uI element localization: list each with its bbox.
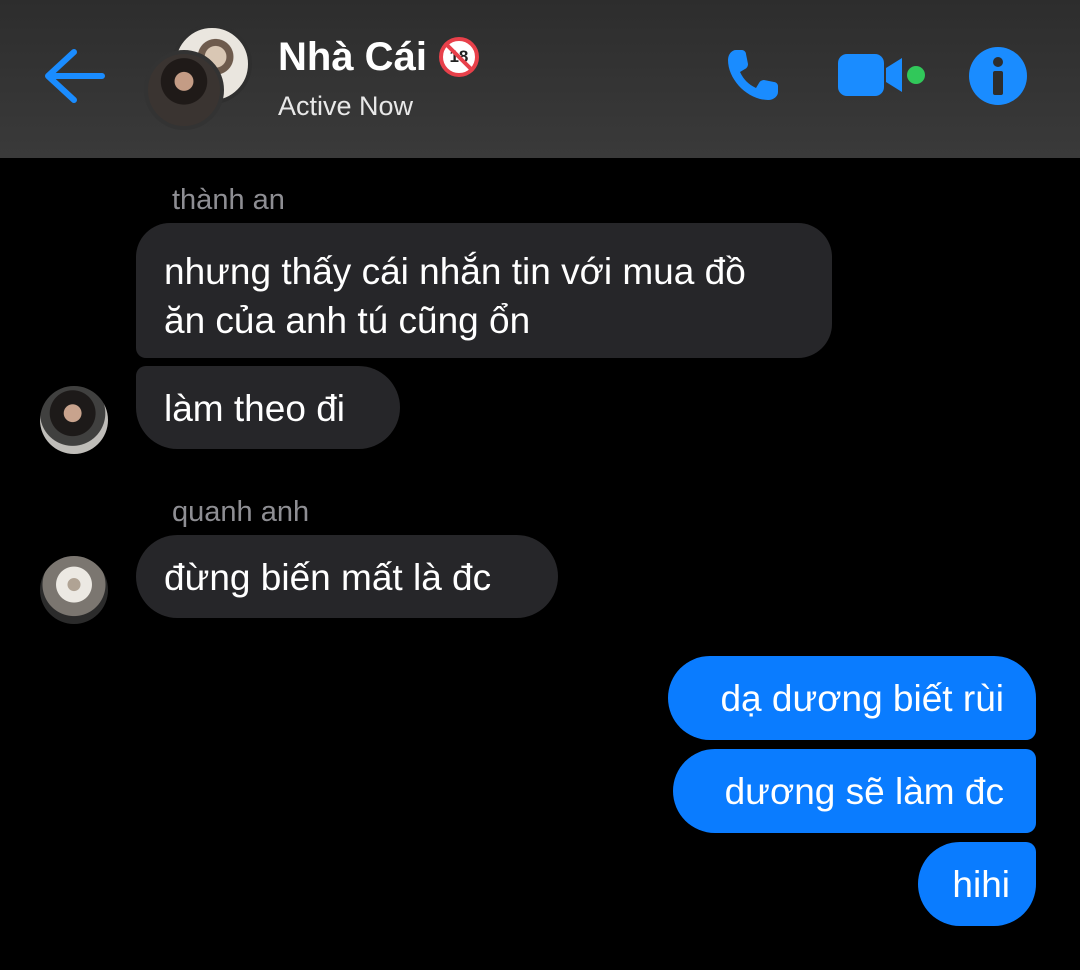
message-text: đừng biến mất là đc xyxy=(164,557,492,598)
message-text: làm theo đi xyxy=(164,388,345,429)
info-icon xyxy=(969,47,1027,105)
incoming-message[interactable]: đừng biến mất là đc xyxy=(136,535,558,618)
message-line: nhưng thấy cái nhắn tin với mua đồ xyxy=(164,251,746,292)
message-text: hihi xyxy=(952,864,1010,905)
message-line: ăn của anh tú cũng ổn xyxy=(164,300,531,341)
back-arrow-icon xyxy=(45,49,105,103)
sender-name: thành an xyxy=(172,184,285,216)
group-avatar[interactable] xyxy=(144,24,254,130)
active-status: Active Now xyxy=(278,91,414,121)
chat-header: Nhà Cái 18 Active Now xyxy=(0,0,1080,158)
video-camera-icon xyxy=(838,54,925,96)
messenger-chat-screen: Nhà Cái 18 Active Now thành an nhưng thấ… xyxy=(0,0,1080,970)
sender-name: quanh anh xyxy=(172,496,310,528)
age-badge-text: 18 xyxy=(449,47,469,66)
incoming-message[interactable]: nhưng thấy cái nhắn tin với mua đồ ăn củ… xyxy=(136,223,832,358)
conversation-info-button[interactable] xyxy=(968,46,1028,106)
incoming-message[interactable]: làm theo đi xyxy=(136,366,400,449)
no-under-18-icon: 18 xyxy=(438,37,479,77)
phone-icon xyxy=(728,50,778,100)
sender-avatar[interactable] xyxy=(40,386,108,454)
outgoing-message[interactable]: dạ dương biết rùi xyxy=(668,656,1036,740)
outgoing-message[interactable]: dương sẽ làm đc xyxy=(673,749,1036,833)
audio-call-button[interactable] xyxy=(722,44,784,106)
group-avatar-member-front xyxy=(144,50,224,130)
outgoing-message[interactable]: hihi xyxy=(918,842,1036,926)
back-button[interactable] xyxy=(40,44,110,108)
chat-title: Nhà Cái 18 xyxy=(278,32,479,82)
chat-title-block[interactable]: Nhà Cái 18 Active Now xyxy=(278,32,479,122)
message-text: dạ dương biết rùi xyxy=(720,678,1004,719)
sender-avatar[interactable] xyxy=(40,556,108,624)
chat-title-text: Nhà Cái xyxy=(278,35,427,79)
message-text: dương sẽ làm đc xyxy=(724,771,1004,812)
video-call-button[interactable] xyxy=(836,50,930,100)
